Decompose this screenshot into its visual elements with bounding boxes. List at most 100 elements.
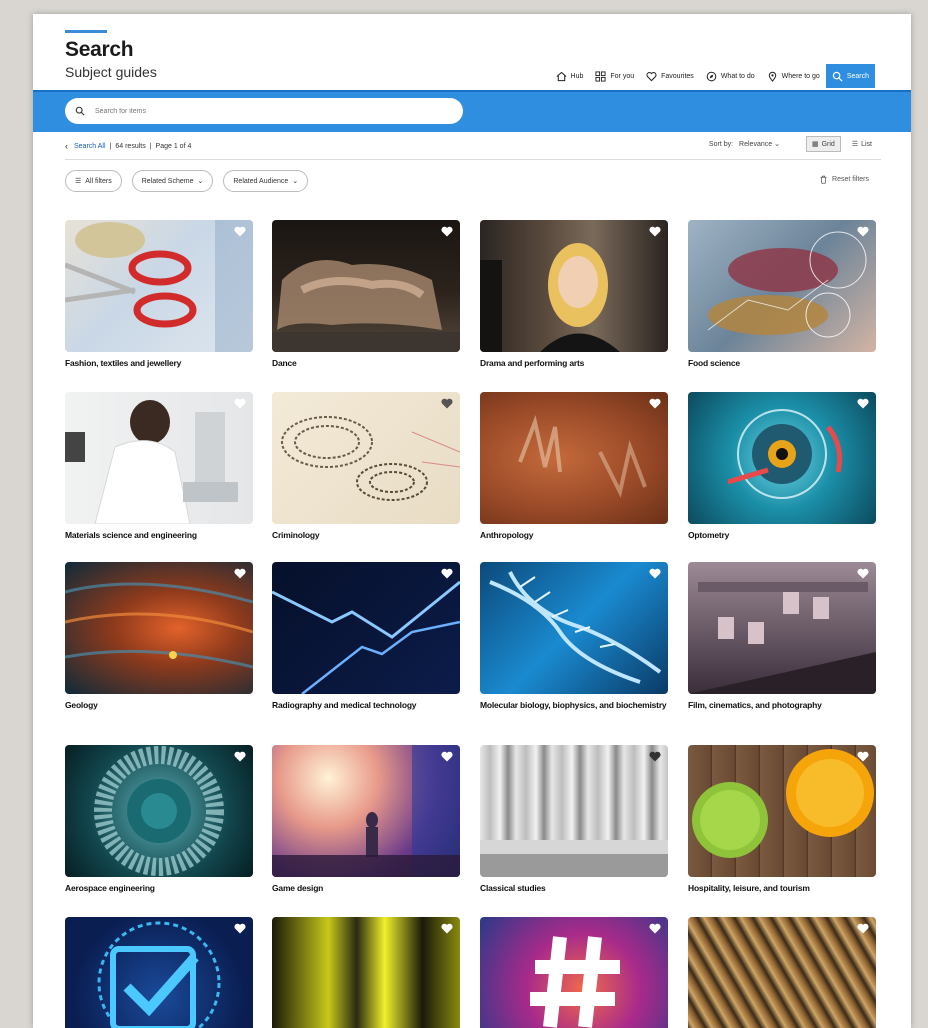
title-accent (65, 30, 107, 33)
result-card[interactable]: Dance (272, 220, 460, 368)
nav-search[interactable]: Search (825, 64, 875, 88)
favourite-heart-icon[interactable] (441, 923, 453, 934)
result-card[interactable]: Hospitality, leisure, and tourism (688, 745, 876, 893)
related-audience-filter[interactable]: Related Audience ⌄ (223, 170, 309, 192)
favourite-heart-icon[interactable] (234, 568, 246, 579)
result-card-title: Drama and performing arts (480, 358, 585, 368)
result-card-title: Optometry (688, 530, 730, 540)
grid-view-label: Grid (821, 140, 835, 148)
result-card[interactable]: Film, cinematics, and photography (688, 562, 876, 710)
related-scheme-label: Related Scheme (141, 177, 194, 185)
list-view-button[interactable]: ☰ List (847, 137, 877, 151)
nav-where-to-go-label: Where to go (781, 72, 820, 80)
sort-select[interactable]: Relevance ⌄ (739, 140, 780, 148)
thumbnail-image (688, 917, 876, 1028)
list-view-label: List (861, 140, 872, 148)
favourite-heart-icon[interactable] (857, 568, 869, 579)
favourite-heart-icon[interactable] (234, 751, 246, 762)
result-card[interactable] (272, 917, 460, 1028)
grid-view-button[interactable]: ▦ Grid (805, 136, 841, 152)
result-card[interactable]: Anthropology (480, 392, 668, 540)
search-icon (75, 106, 85, 116)
all-filters-button[interactable]: ☰ All filters (65, 170, 122, 192)
nav-search-label: Search (846, 72, 869, 80)
result-card-title: Game design (272, 883, 324, 893)
nav-favourites-label: Favourites (661, 72, 694, 80)
favourite-heart-icon[interactable] (857, 226, 869, 237)
result-card[interactable] (480, 917, 668, 1028)
separator: | (149, 142, 152, 150)
search-input[interactable] (93, 106, 437, 116)
result-card[interactable]: Criminology (272, 392, 460, 540)
breadcrumb-search-all[interactable]: Search All (74, 143, 106, 150)
nav-hub-label: Hub (570, 72, 584, 80)
chevron-left-icon[interactable]: ‹ (65, 141, 68, 151)
nav-favourites[interactable]: Favourites (640, 64, 700, 88)
favourite-heart-icon[interactable] (234, 923, 246, 934)
result-card[interactable]: Food science (688, 220, 876, 368)
result-card-title: Dance (272, 358, 297, 368)
result-card[interactable]: Geology (65, 562, 253, 710)
result-card[interactable]: Classical studies (480, 745, 668, 893)
favourite-heart-icon[interactable] (857, 751, 869, 762)
nav-what-to-do[interactable]: What to do (700, 64, 761, 88)
result-card[interactable]: Materials science and engineering (65, 392, 253, 540)
result-card[interactable]: Drama and performing arts (480, 220, 668, 368)
favourite-heart-icon[interactable] (649, 751, 661, 762)
nav-hub[interactable]: Hub (550, 64, 590, 88)
result-card[interactable]: Fashion, textiles and jewellery (65, 220, 253, 368)
favourite-heart-icon[interactable] (857, 923, 869, 934)
nav-for-you[interactable]: For you (589, 64, 640, 88)
grid-icon (595, 70, 606, 82)
result-card[interactable]: Radiography and medical technology (272, 562, 460, 710)
thumbnail-image (688, 562, 876, 694)
all-filters-label: All filters (85, 177, 112, 185)
result-card-title: Geology (65, 700, 98, 710)
favourite-heart-icon[interactable] (234, 226, 246, 237)
result-card[interactable]: Game design (272, 745, 460, 893)
result-card[interactable]: Molecular biology, biophysics, and bioch… (480, 562, 668, 710)
page-card: Search Subject guides Hub For you Favour… (33, 14, 911, 1028)
divider (65, 159, 881, 160)
favourite-heart-icon[interactable] (441, 568, 453, 579)
sort-value: Relevance (739, 141, 773, 148)
favourite-heart-icon[interactable] (649, 226, 661, 237)
results-count: 64 results (115, 142, 146, 150)
favourite-heart-icon[interactable] (441, 226, 453, 237)
page-title: Search (65, 38, 134, 61)
thumbnail-image (480, 745, 668, 877)
thumbnail-image (480, 220, 668, 352)
thumbnail-image (65, 745, 253, 877)
trash-icon (820, 175, 827, 184)
chevron-down-icon: ⌄ (774, 141, 780, 148)
filter-bar: ☰ All filters Related Scheme ⌄ Related A… (65, 170, 309, 192)
favourite-heart-icon[interactable] (234, 398, 246, 409)
favourite-heart-icon[interactable] (441, 751, 453, 762)
nav-where-to-go[interactable]: Where to go (761, 64, 826, 88)
favourite-heart-icon[interactable] (649, 568, 661, 579)
favourite-heart-icon[interactable] (857, 398, 869, 409)
favourite-heart-icon[interactable] (441, 398, 453, 409)
related-scheme-filter[interactable]: Related Scheme ⌄ (131, 170, 214, 192)
thumbnail-image (688, 745, 876, 877)
nav-for-you-label: For you (610, 72, 635, 80)
thumbnail-image (480, 392, 668, 524)
reset-filters-button[interactable]: Reset filters (819, 175, 869, 184)
result-card[interactable]: Optometry (688, 392, 876, 540)
search-box[interactable] (65, 98, 463, 124)
result-card[interactable] (688, 917, 876, 1028)
result-card-title: Materials science and engineering (65, 530, 197, 540)
result-card[interactable] (65, 917, 253, 1028)
favourite-heart-icon[interactable] (649, 398, 661, 409)
result-card-title: Classical studies (480, 883, 546, 893)
sort-label: Sort by: (708, 140, 734, 148)
result-card-title: Hospitality, leisure, and tourism (688, 883, 810, 893)
home-icon (556, 71, 566, 81)
thumbnail-image (688, 220, 876, 352)
favourite-heart-icon[interactable] (649, 923, 661, 934)
thumbnail-image (272, 392, 460, 524)
sort-controls: Sort by: Relevance ⌄ ▦ Grid ☰ List (709, 136, 877, 152)
thumbnail-image (480, 917, 668, 1028)
reset-filters-label: Reset filters (832, 176, 869, 183)
result-card[interactable]: Aerospace engineering (65, 745, 253, 893)
